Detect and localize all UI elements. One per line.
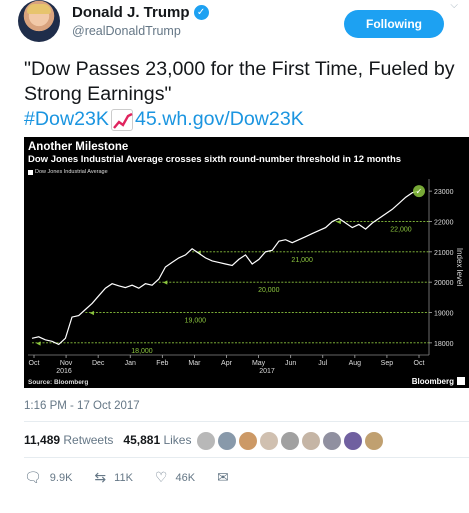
reply-icon: 🗨	[24, 469, 42, 485]
threshold-label: 18,000	[131, 348, 153, 355]
reply-action[interactable]: 🗨 9.9K	[24, 469, 72, 486]
avatar-hair	[27, 4, 51, 14]
retweets-count: 11,489	[24, 433, 61, 447]
handle[interactable]: @realDonaldTrump	[72, 24, 209, 38]
likes-label: Likes	[163, 433, 192, 447]
bloomberg-logo: Bloomberg	[412, 377, 454, 386]
legend-label: Dow Jones Industrial Average	[35, 169, 108, 175]
heart-icon: ♡	[154, 469, 168, 485]
y-tick-label: 20000	[434, 280, 454, 287]
y-tick-label: 23000	[434, 189, 454, 196]
name-block: Donald J. Trump ✓ @realDonaldTrump	[72, 4, 209, 38]
liker-avatar[interactable]	[323, 432, 341, 450]
tweet-text: "Dow Passes 23,000 for the First Time, F…	[24, 58, 455, 105]
tweet-header: Donald J. Trump ✓ @realDonaldTrump Follo…	[18, 0, 458, 44]
like-action[interactable]: ♡ 46K	[155, 469, 195, 486]
chart-increasing-icon	[110, 108, 133, 131]
display-name[interactable]: Donald J. Trump	[72, 4, 190, 21]
tweet-actions: 🗨 9.9K ⇆ 11K ♡ 46K ✉	[24, 469, 251, 486]
x-tick-label: Mar	[188, 360, 201, 367]
tweet-links: #Dow23K 45.wh.gov/Dow23K	[24, 107, 304, 132]
chart-image[interactable]: 18000 19000 20000 21000 22000 23000 Index leve…	[24, 137, 469, 388]
legend-swatch	[28, 169, 33, 175]
chart-legend: Dow Jones Industrial Average	[28, 169, 108, 175]
x-tick-label: Jun	[285, 360, 296, 367]
dm-action[interactable]: ✉	[217, 469, 229, 486]
liker-avatar[interactable]	[197, 432, 215, 450]
liker-avatar[interactable]	[281, 432, 299, 450]
checkmark-icon: ✓	[416, 187, 423, 196]
y-tick-label: 19000	[434, 311, 454, 318]
threshold-arrow: ◄	[35, 340, 42, 347]
threshold-label: 19,000	[185, 318, 207, 325]
timestamp[interactable]: 1:16 PM - 17 Oct 2017	[24, 400, 140, 412]
wh-link[interactable]: 45.wh.gov/Dow23K	[135, 107, 304, 132]
retweets-label: Retweets	[63, 433, 114, 447]
liker-avatar[interactable]	[344, 432, 362, 450]
x-tick-label: Apr	[221, 360, 233, 367]
liker-avatar[interactable]	[239, 432, 257, 450]
x-tick-label: Oct	[29, 360, 40, 367]
x-year-label: 2016	[56, 368, 72, 375]
threshold-arrow: ◄	[162, 280, 169, 287]
y-tick-label: 18000	[434, 341, 454, 348]
x-tick-label: Jul	[318, 360, 327, 367]
name-row: Donald J. Trump ✓	[72, 4, 209, 21]
liker-avatar[interactable]	[260, 432, 278, 450]
x-year-label: 2017	[259, 368, 275, 375]
bloomberg-mark	[457, 377, 465, 385]
y-axis-label: Index level	[455, 248, 464, 286]
divider	[24, 457, 469, 458]
retweets-stat[interactable]: 11,489 Retweets	[24, 433, 113, 447]
verified-icon: ✓	[193, 5, 209, 20]
x-tick-label: May	[252, 360, 266, 367]
y-tick-label: 21000	[434, 250, 454, 257]
y-tick-label: 22000	[434, 219, 454, 226]
liker-avatar[interactable]	[365, 432, 383, 450]
threshold-label: 22,000	[390, 226, 412, 233]
x-tick-label: Feb	[156, 360, 168, 367]
liker-avatars	[197, 432, 383, 450]
reply-count: 9.9K	[49, 471, 73, 484]
envelope-icon: ✉	[217, 469, 229, 485]
x-tick-label: Nov	[60, 360, 73, 367]
chart-source: Source: Bloomberg	[28, 379, 88, 386]
avatar[interactable]	[18, 0, 60, 42]
threshold-label: 20,000	[258, 287, 280, 294]
chevron-down-icon[interactable]: ⌵	[450, 0, 458, 11]
x-tick-label: Oct	[414, 360, 425, 367]
hashtag-link[interactable]: #Dow23K	[24, 107, 109, 132]
liker-avatar[interactable]	[218, 432, 236, 450]
liker-avatar[interactable]	[302, 432, 320, 450]
engagement-stats: 11,489 Retweets 45,881 Likes	[24, 433, 191, 447]
retweet-action[interactable]: ⇆ 11K	[94, 469, 133, 486]
like-count: 46K	[175, 471, 196, 484]
likes-count: 45,881	[123, 433, 161, 447]
threshold-arrow: ◄	[88, 310, 95, 317]
likes-stat[interactable]: 45,881 Likes	[123, 433, 191, 447]
dow-series-line	[31, 190, 420, 346]
chart-title: Another Milestone	[28, 141, 129, 153]
x-tick-label: Dec	[92, 360, 105, 367]
threshold-label: 21,000	[291, 257, 313, 264]
retweet-icon: ⇆	[94, 469, 107, 485]
x-tick-label: Aug	[349, 360, 362, 367]
retweet-count: 11K	[114, 471, 133, 484]
chart-subtitle: Dow Jones Industrial Average crosses six…	[28, 154, 402, 165]
divider	[24, 421, 469, 422]
x-tick-label: Jan	[125, 360, 136, 367]
following-button[interactable]: Following	[344, 10, 444, 38]
x-tick-label: Sep	[381, 360, 394, 367]
